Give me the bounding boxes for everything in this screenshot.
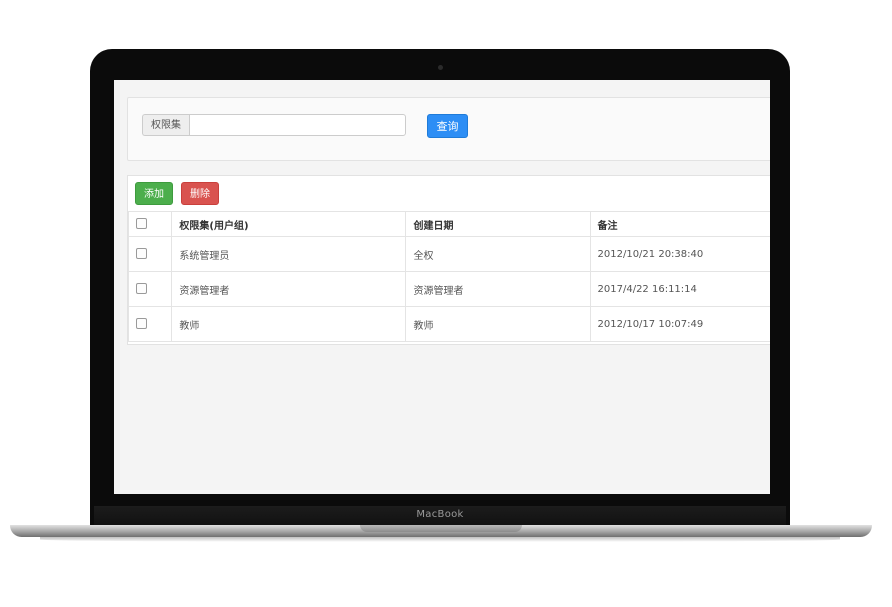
- row-checkbox[interactable]: [136, 248, 147, 260]
- cell-permission-set: 教师: [171, 306, 407, 342]
- row-select-cell: [127, 271, 173, 307]
- cell-permission-set: 资源管理者: [171, 271, 407, 307]
- table-panel: 添加 删除 权限集(用户组) 创建日期 备注 系统管理员 全权 2012/10/…: [127, 175, 770, 345]
- row-checkbox[interactable]: [136, 283, 147, 295]
- cell-note: 2012/10/17 10:07:49: [589, 306, 770, 342]
- cell-note: 2017/4/22 16:11:14: [589, 271, 770, 307]
- device-brand-label: MacBook: [416, 509, 464, 520]
- column-header-note: 备注: [589, 211, 770, 237]
- column-header-permission-set: 权限集(用户组): [171, 211, 407, 237]
- select-all-checkbox[interactable]: [136, 218, 147, 230]
- search-input[interactable]: [189, 114, 406, 136]
- query-button[interactable]: 查询: [427, 114, 468, 138]
- delete-button[interactable]: 删除: [181, 182, 219, 205]
- cell-created-date: 教师: [405, 306, 591, 342]
- permission-table: 权限集(用户组) 创建日期 备注 系统管理员 全权 2012/10/21 20:…: [127, 211, 770, 342]
- table-row[interactable]: 资源管理者 资源管理者 2017/4/22 16:11:14: [127, 271, 770, 307]
- column-header-created-date: 创建日期: [405, 211, 591, 237]
- cell-permission-set: 系统管理员: [171, 236, 407, 272]
- cell-note: 2012/10/21 20:38:40: [589, 236, 770, 272]
- row-select-cell: [127, 306, 173, 342]
- table-row[interactable]: 教师 教师 2012/10/17 10:07:49: [127, 306, 770, 342]
- camera-icon: [438, 65, 443, 70]
- search-input-group: 权限集: [142, 114, 406, 136]
- laptop-notch: [360, 525, 522, 532]
- search-panel: 权限集 查询: [127, 97, 770, 161]
- row-select-cell: [127, 236, 173, 272]
- cell-created-date: 资源管理者: [405, 271, 591, 307]
- search-field-label: 权限集: [142, 114, 189, 136]
- cell-created-date: 全权: [405, 236, 591, 272]
- table-row[interactable]: 系统管理员 全权 2012/10/21 20:38:40: [127, 236, 770, 272]
- add-button[interactable]: 添加: [135, 182, 173, 205]
- laptop-shadow: [40, 537, 840, 542]
- app-screen: 权限集 查询 添加 删除 权限集(用户组) 创建日期 备注 系统管理员 全权 2…: [114, 80, 770, 494]
- table-header-row: 权限集(用户组) 创建日期 备注: [127, 211, 770, 237]
- row-checkbox[interactable]: [136, 318, 147, 330]
- select-all-cell: [127, 211, 173, 237]
